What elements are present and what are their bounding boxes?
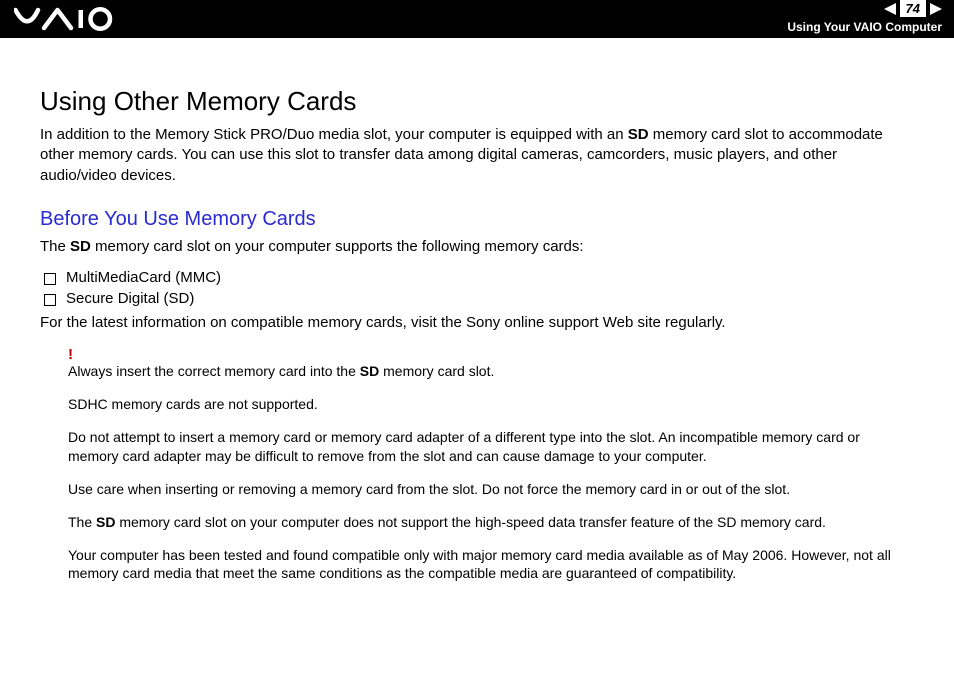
support-bold: SD bbox=[70, 238, 91, 255]
caution-line: Always insert the correct memory card in… bbox=[68, 362, 914, 381]
caution-line: SDHC memory cards are not supported. bbox=[68, 395, 914, 414]
intro-bold: SD bbox=[628, 126, 649, 143]
caution-line: Do not attempt to insert a memory card o… bbox=[68, 428, 914, 466]
vaio-logo bbox=[14, 4, 142, 34]
list-item: Secure Digital (SD) bbox=[44, 290, 914, 307]
n1-bold: SD bbox=[360, 363, 379, 379]
page-nav: 74 bbox=[884, 0, 942, 17]
bullet-list: MultiMediaCard (MMC) Secure Digital (SD) bbox=[40, 269, 914, 307]
intro-paragraph: In addition to the Memory Stick PRO/Duo … bbox=[40, 125, 914, 186]
list-item-label: MultiMediaCard (MMC) bbox=[66, 269, 221, 286]
support-pre: The bbox=[40, 238, 70, 255]
header-bar: 74 Using Your VAIO Computer bbox=[0, 0, 954, 38]
n5-pre: The bbox=[68, 514, 96, 530]
list-item-label: Secure Digital (SD) bbox=[66, 290, 194, 307]
page-content: Using Other Memory Cards In addition to … bbox=[0, 38, 954, 583]
subheading: Before You Use Memory Cards bbox=[40, 208, 914, 231]
section-title: Using Your VAIO Computer bbox=[787, 20, 942, 34]
n1-pre: Always insert the correct memory card in… bbox=[68, 363, 360, 379]
page-number: 74 bbox=[900, 0, 926, 17]
support-line: The SD memory card slot on your computer… bbox=[40, 237, 914, 257]
n5-post: memory card slot on your computer does n… bbox=[115, 514, 825, 530]
page-title: Using Other Memory Cards bbox=[40, 86, 914, 117]
next-page-icon[interactable] bbox=[930, 3, 942, 15]
support-post: memory card slot on your computer suppor… bbox=[91, 238, 584, 255]
caution-line: The SD memory card slot on your computer… bbox=[68, 513, 914, 532]
n1-post: memory card slot. bbox=[379, 363, 494, 379]
prev-page-icon[interactable] bbox=[884, 3, 896, 15]
n5-bold: SD bbox=[96, 514, 115, 530]
latest-info: For the latest information on compatible… bbox=[40, 313, 914, 333]
intro-pre: In addition to the Memory Stick PRO/Duo … bbox=[40, 126, 628, 143]
warning-icon: ! bbox=[68, 347, 914, 362]
square-bullet-icon bbox=[44, 273, 56, 285]
caution-line: Your computer has been tested and found … bbox=[68, 546, 914, 584]
square-bullet-icon bbox=[44, 294, 56, 306]
caution-block: ! Always insert the correct memory card … bbox=[68, 347, 914, 583]
list-item: MultiMediaCard (MMC) bbox=[44, 269, 914, 286]
caution-line: Use care when inserting or removing a me… bbox=[68, 480, 914, 499]
